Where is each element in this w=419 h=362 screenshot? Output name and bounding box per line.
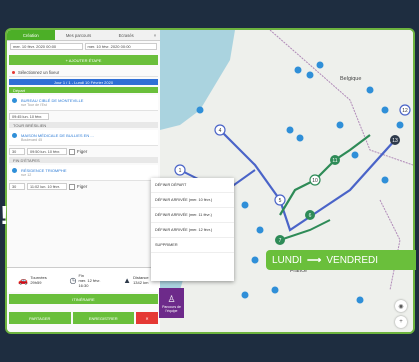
stop-time-field[interactable]: 09:45 lun. 10 févr.	[9, 113, 49, 120]
route-summary: 🚗 Tournées 29h59 ◷ Fin mer. 12 févr. 16:…	[7, 267, 160, 292]
banner-to-label: VENDREDI	[326, 254, 379, 266]
menu-item-set-arrival-12[interactable]: DÉFINIR ARRIVÉE (mer. 12 févr.)	[151, 223, 234, 238]
route-marker: 10	[312, 178, 318, 184]
banner-from-label: LUNDI	[272, 254, 303, 266]
navigation-arrow-icon: ▲	[123, 275, 132, 285]
team-icon: ♙	[167, 293, 176, 304]
day-header: Jour 1 / 1 - Lundi 10 Février 2020	[9, 79, 158, 85]
week-banner: LUNDI ⟶ VENDREDI	[266, 250, 416, 270]
save-button[interactable]: ENREGISTRER	[72, 312, 134, 324]
zoom-button[interactable]: +	[395, 316, 407, 328]
stop-item[interactable]: BUREAU CIBLÉ DE MONTEVILLE rue Tour de l…	[9, 95, 158, 111]
city-label-belgique: Belgique	[340, 76, 362, 82]
end-date-field[interactable]: mer. 10 févr. 2020 00:00	[84, 43, 157, 50]
summary-distance-value: 1342 km	[133, 280, 149, 285]
map-pin-icon	[12, 133, 17, 138]
menu-item-delete[interactable]: SUPPRIMER	[151, 238, 234, 253]
summary-date-time: 16:30	[78, 282, 89, 288]
app-window: Création Mes parcours Ecrasés × mer. 10 …	[5, 28, 415, 334]
context-menu: DÉFINIR DÉPART DÉFINIR ARRIVÉE (mer. 10 …	[151, 178, 234, 281]
summary-tours-value: 29h59	[30, 280, 42, 285]
close-panel-button[interactable]: ×	[150, 30, 161, 41]
summary-tours: 🚗 Tournées 29h59	[18, 275, 46, 285]
menu-item-set-arrival-10[interactable]: DÉFINIR ARRIVÉE (mer. 10 févr.)	[151, 193, 234, 208]
fixer-select[interactable]: Sélectionnez un fixeur	[9, 68, 158, 77]
summary-date-value: mer. 12 févr.	[78, 277, 101, 283]
map-pin-icon	[12, 98, 17, 103]
section-fin: FIN D'ÉTAPES	[9, 157, 158, 163]
menu-item-set-departure[interactable]: DÉFINIR DÉPART	[151, 178, 234, 193]
panel-tabs: Création Mes parcours Ecrasés ×	[7, 30, 161, 41]
share-button[interactable]: PARTAGER	[9, 312, 71, 324]
stop-time-field[interactable]: 09:50 lun. 10 févr.	[27, 148, 67, 155]
route-marker: 11	[332, 158, 337, 164]
route-marker: 4	[219, 128, 222, 134]
edge-fragment: !	[0, 200, 9, 230]
date-range: mer. 10 févr. 2020 00:00 mer. 10 févr. 2…	[7, 41, 160, 52]
stop-address: rue Tour de l'Est	[21, 103, 47, 107]
duration-field[interactable]: 30	[9, 183, 25, 190]
route-marker: 5	[279, 198, 282, 204]
stop-time-row: 30 11:02 lun. 10 févr. Figer	[9, 183, 158, 190]
menu-item-set-arrival-11[interactable]: DÉFINIR ARRIVÉE (mer. 11 févr.)	[151, 208, 234, 223]
route-marker: 12	[402, 108, 408, 114]
itinerary-button[interactable]: ITINÉRAIRE	[9, 294, 158, 304]
duration-field[interactable]: 30	[9, 148, 25, 155]
route-panel: Création Mes parcours Ecrasés × mer. 10 …	[7, 30, 161, 332]
route-marker: 13	[392, 138, 398, 144]
summary-distance: ▲ Distance 1342 km	[123, 275, 148, 285]
stop-item[interactable]: MAISON MÉDICALE DE BULLIES EN ... Boulev…	[9, 130, 158, 146]
tab-my-routes[interactable]: Mes parcours	[54, 30, 103, 41]
car-icon: 🚗	[18, 275, 29, 285]
route-marker: 1	[179, 168, 182, 174]
start-date-field[interactable]: mer. 10 févr. 2020 00:00	[10, 43, 83, 50]
map-pin-icon	[12, 168, 17, 173]
fixer-select-label: Sélectionnez un fixeur	[18, 69, 60, 75]
clock-icon: ◷	[69, 275, 77, 285]
route-marker: 6	[309, 213, 312, 219]
stop-time-row: 09:45 lun. 10 févr.	[9, 113, 158, 120]
stop-address: rue 12	[21, 173, 32, 177]
fix-label: Figer	[77, 149, 88, 154]
stop-address: Boulevard 45	[21, 138, 43, 142]
fix-checkbox[interactable]	[69, 148, 75, 155]
fix-checkbox[interactable]	[69, 183, 75, 190]
fixer-dot-icon	[12, 70, 15, 74]
fix-label: Figer	[77, 184, 88, 189]
team-routes-label: Parcours de l'équipe	[162, 304, 181, 313]
stop-time-field[interactable]: 11:02 lun. 10 févr.	[27, 183, 67, 190]
team-routes-badge[interactable]: ♙ Parcours de l'équipe	[159, 288, 184, 318]
section-tour: TOUR BRÉSILIEN	[9, 122, 158, 128]
route-marker: 7	[279, 238, 282, 244]
section-depart: Départ	[9, 87, 158, 93]
tab-ecrases[interactable]: Ecrasés	[102, 30, 151, 41]
tab-creation[interactable]: Création	[7, 30, 55, 41]
stop-item[interactable]: RÉSIDENCE TRIOMPHE rue 12	[9, 165, 158, 181]
arrow-right-icon: ⟶	[307, 254, 322, 266]
user-location-icon[interactable]: ◉	[395, 300, 407, 312]
action-bar: PARTAGER ENREGISTRER ✕	[9, 312, 158, 324]
stop-time-row: 30 09:50 lun. 10 févr. Figer	[9, 148, 158, 155]
add-stop-button[interactable]: + AJOUTER ÉTAPE	[9, 55, 158, 65]
delete-button[interactable]: ✕	[136, 312, 158, 324]
summary-date: ◷ Fin mer. 12 févr. 16:30	[69, 273, 100, 288]
